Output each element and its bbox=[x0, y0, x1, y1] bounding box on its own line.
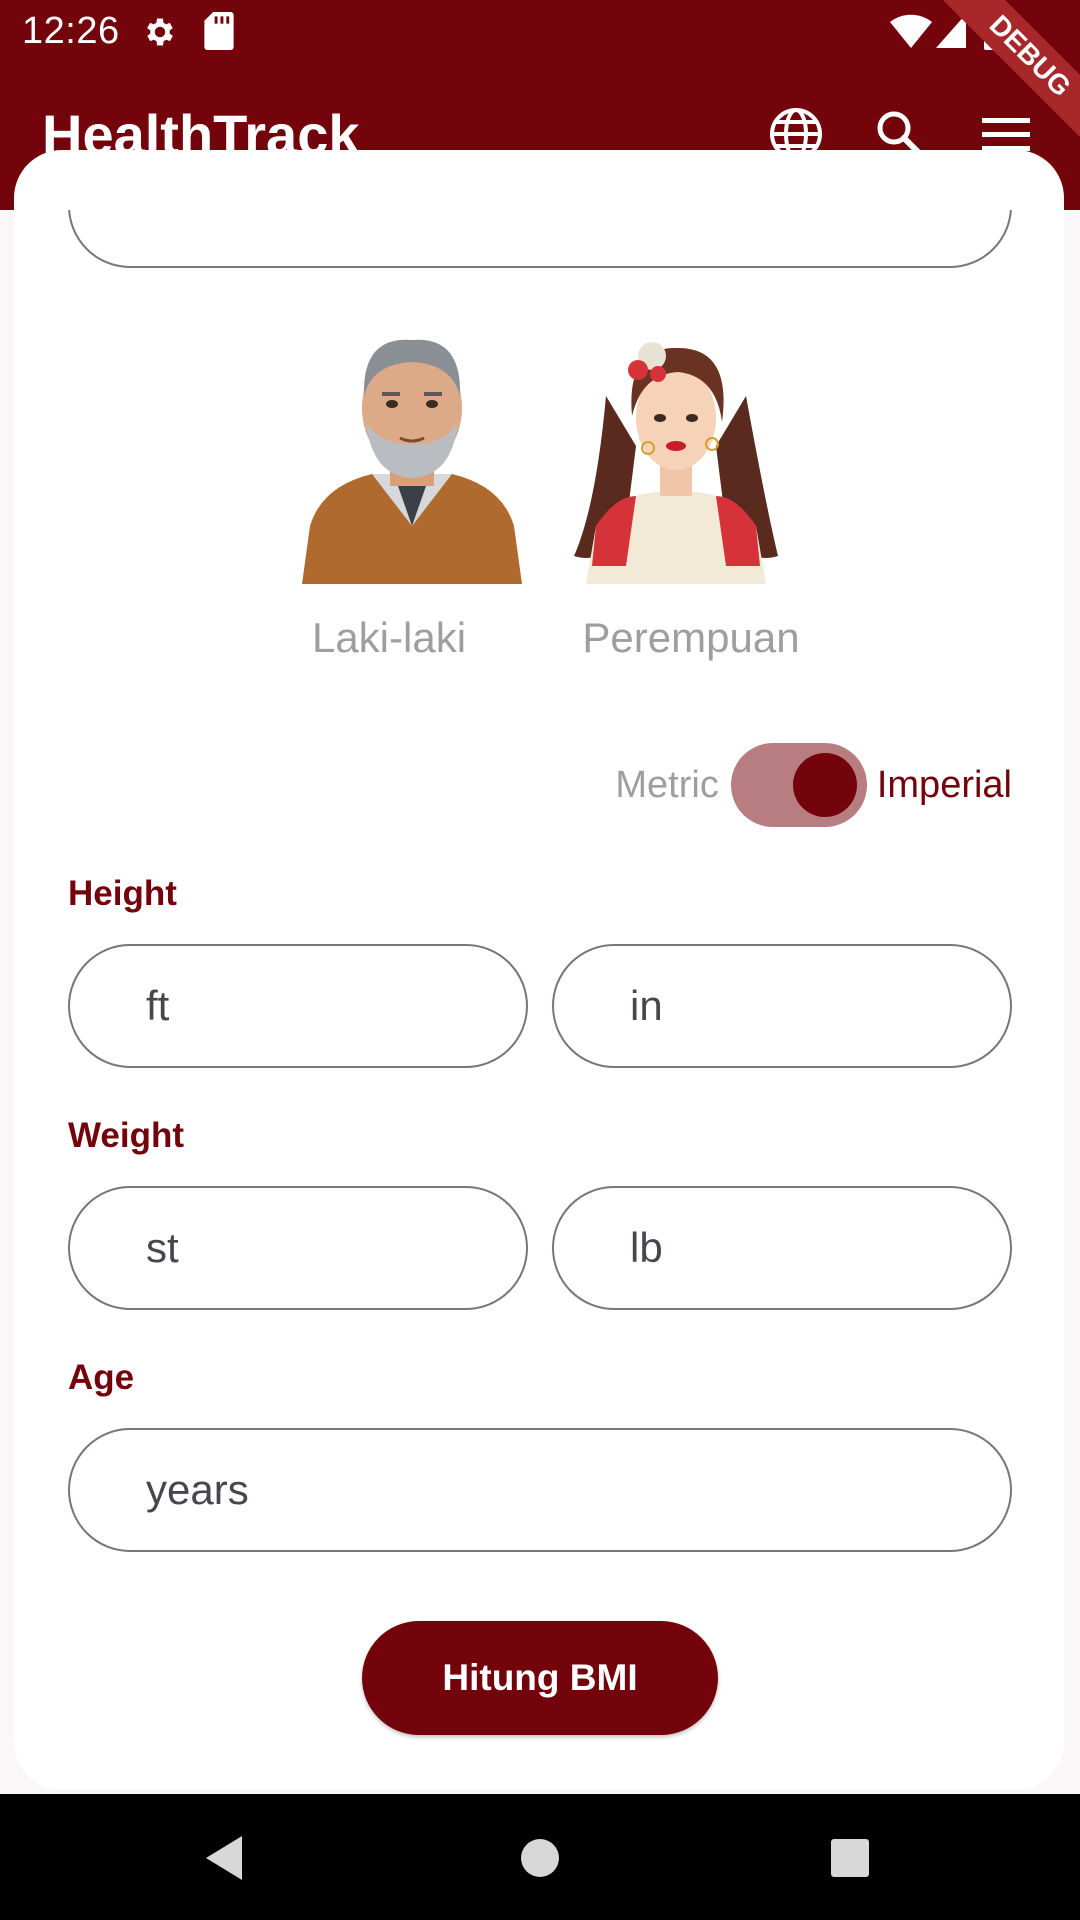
calculate-bmi-label: Hitung BMI bbox=[442, 1657, 638, 1698]
height-ft-field[interactable]: ft bbox=[68, 944, 528, 1068]
gender-male-option[interactable] bbox=[302, 326, 522, 589]
system-nav-bar bbox=[0, 1794, 1080, 1920]
height-in-placeholder: in bbox=[630, 982, 663, 1029]
name-field[interactable] bbox=[68, 210, 1012, 268]
unit-metric-label: Metric bbox=[615, 763, 719, 806]
female-avatar-image bbox=[574, 342, 778, 584]
unit-switch-thumb bbox=[792, 753, 857, 817]
weight-lb-placeholder: lb bbox=[630, 1224, 663, 1271]
unit-switch[interactable] bbox=[730, 743, 867, 827]
height-in-field[interactable]: in bbox=[552, 944, 1012, 1068]
gender-female-option[interactable] bbox=[566, 326, 786, 589]
status-time: 12:26 bbox=[22, 10, 120, 52]
signal-icon bbox=[936, 14, 966, 48]
status-bar: 12:26 bbox=[0, 0, 1080, 64]
age-field[interactable]: years bbox=[68, 1428, 1012, 1552]
weight-st-placeholder: st bbox=[146, 1224, 179, 1271]
sd-card-icon bbox=[204, 12, 234, 50]
battery-icon bbox=[984, 12, 1006, 50]
calculate-bmi-button[interactable]: Hitung BMI bbox=[362, 1621, 718, 1735]
home-icon[interactable] bbox=[510, 1828, 570, 1888]
gear-icon bbox=[147, 18, 173, 46]
wifi-icon bbox=[890, 14, 932, 48]
weight-label: Weight bbox=[68, 1116, 185, 1155]
height-label: Height bbox=[68, 874, 177, 913]
height-ft-placeholder: ft bbox=[146, 982, 170, 1029]
recents-icon[interactable] bbox=[820, 1828, 880, 1888]
back-icon[interactable] bbox=[196, 1828, 256, 1888]
unit-toggle-row: Metric Imperial bbox=[615, 740, 1012, 830]
gender-male-label: Laki-laki bbox=[311, 614, 467, 661]
weight-st-field[interactable]: st bbox=[68, 1186, 528, 1310]
gender-female-label: Perempuan bbox=[582, 614, 800, 661]
weight-lb-field[interactable]: lb bbox=[552, 1186, 1012, 1310]
unit-imperial-label: Imperial bbox=[876, 763, 1012, 806]
age-label: Age bbox=[68, 1358, 135, 1397]
male-avatar-image bbox=[302, 339, 522, 584]
age-placeholder: years bbox=[146, 1466, 249, 1513]
form-content: Laki-laki Perempuan Metric Imperial Heig… bbox=[0, 210, 1080, 1794]
